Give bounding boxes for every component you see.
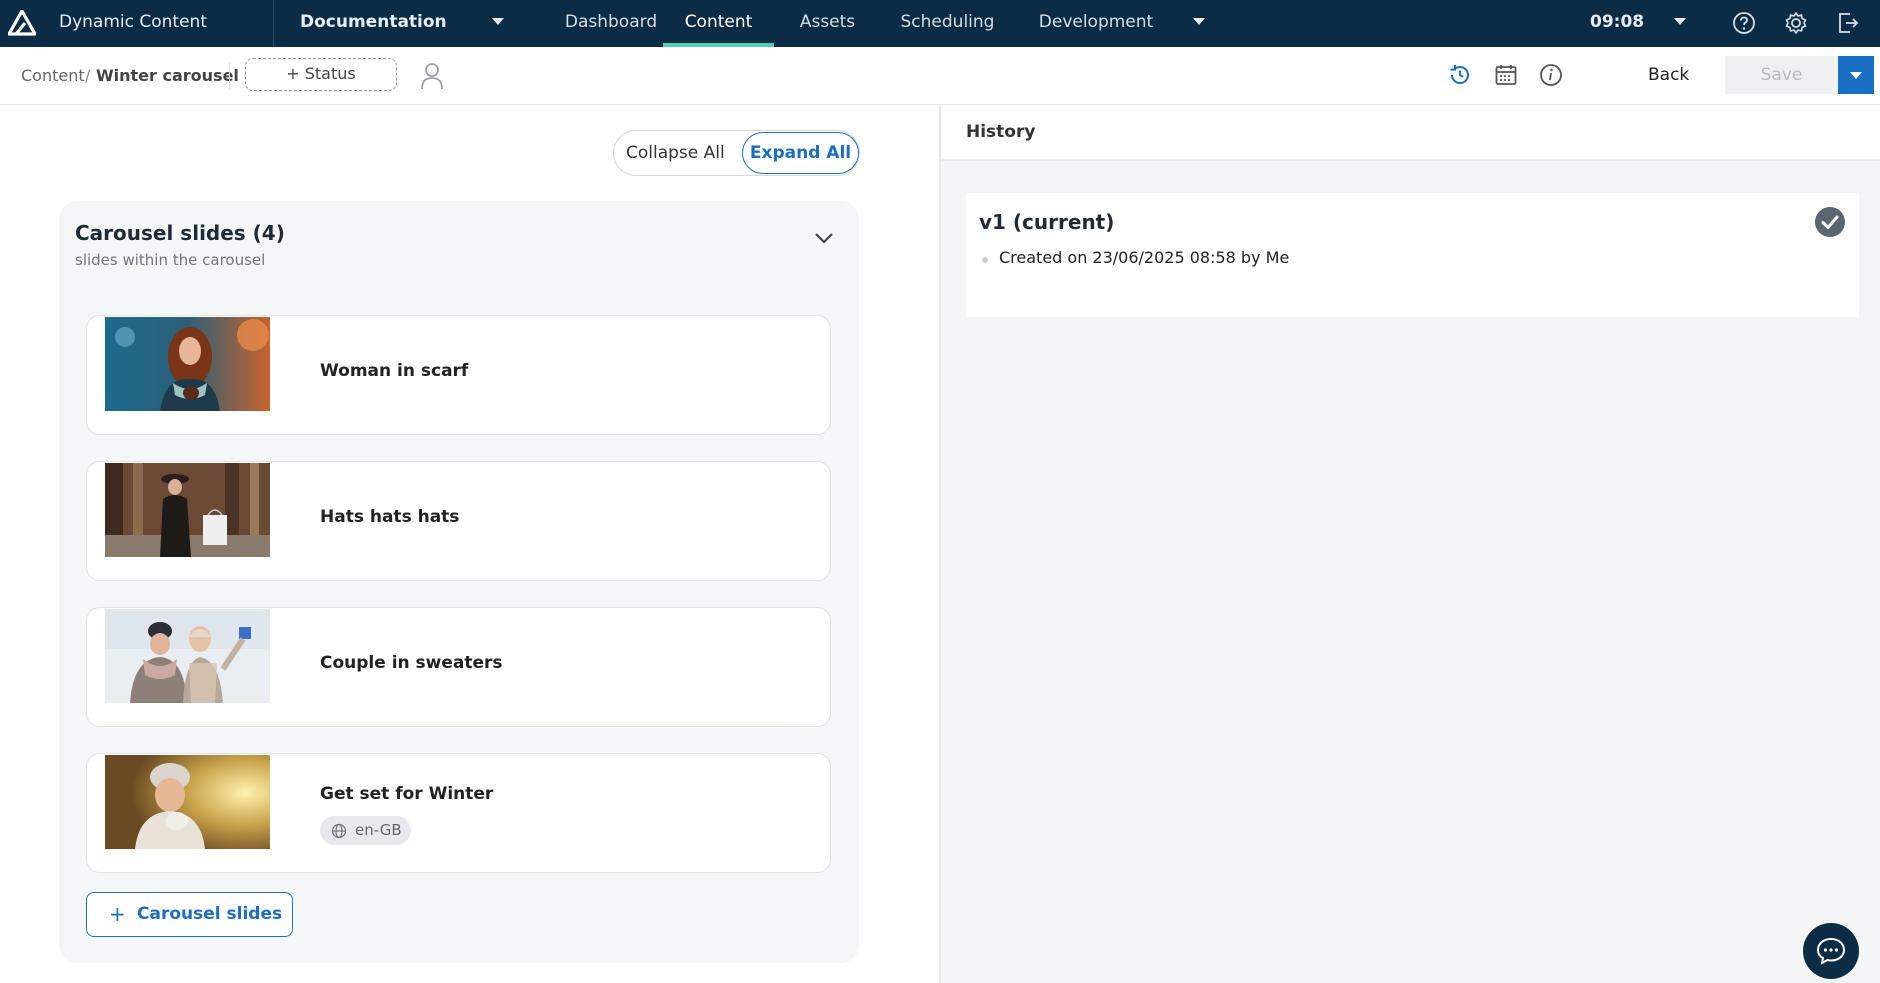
history-icon[interactable] <box>1447 62 1473 88</box>
tab-content[interactable]: Content <box>663 0 774 47</box>
nav-divider <box>273 0 274 47</box>
hub-selector[interactable]: Documentation <box>300 12 447 32</box>
help-icon[interactable] <box>1731 10 1757 36</box>
check-circle-icon <box>1815 207 1845 237</box>
photo-hats-thumbnail <box>105 463 270 557</box>
bullet-dot <box>982 257 988 263</box>
chat-bubble-icon <box>1816 937 1846 965</box>
photo-winter-thumbnail <box>105 755 270 849</box>
history-title: History <box>966 122 1036 142</box>
slide-label: Get set for Winter <box>320 784 494 804</box>
clock-display[interactable]: 09:08 <box>1590 12 1644 32</box>
version-entry[interactable]: v1 (current) Created on 23/06/2025 08:58… <box>966 193 1859 317</box>
globe-icon <box>331 823 347 839</box>
version-title: v1 (current) <box>979 210 1115 234</box>
expand-collapse-toggle: Collapse All Expand All <box>613 130 860 176</box>
info-icon[interactable] <box>1538 62 1564 88</box>
hub-dropdown-caret-icon[interactable] <box>492 18 504 25</box>
logout-icon[interactable] <box>1835 10 1861 36</box>
slide-item[interactable]: Get set for Winter en-GB <box>86 753 831 873</box>
photo-woman-scarf-thumbnail <box>105 317 270 411</box>
save-options-caret-icon[interactable] <box>1838 56 1874 94</box>
tab-dashboard[interactable]: Dashboard <box>551 0 671 47</box>
carousel-slides-section: Carousel slides (4) slides within the ca… <box>59 201 859 963</box>
slide-label: Couple in sweaters <box>320 653 503 673</box>
chevron-down-icon[interactable] <box>813 231 835 245</box>
add-carousel-slide-button[interactable]: + Carousel slides <box>86 892 293 937</box>
locale-label: en-GB <box>355 821 402 839</box>
section-subtitle: slides within the carousel <box>75 251 266 269</box>
save-button[interactable]: Save <box>1725 56 1838 94</box>
add-button-label: Carousel slides <box>137 904 283 924</box>
assign-user-icon[interactable] <box>418 61 446 91</box>
chat-support-button[interactable] <box>1803 923 1859 979</box>
expand-all-button[interactable]: Expand All <box>742 132 859 174</box>
history-panel: History v1 (current) Created on 23/06/20… <box>941 105 1880 983</box>
tab-assets[interactable]: Assets <box>780 0 875 47</box>
add-status-button[interactable]: + Status <box>245 58 397 91</box>
locale-badge: en-GB <box>320 816 411 845</box>
editor-panel: Collapse All Expand All Carousel slides … <box>0 105 940 983</box>
settings-gear-icon[interactable] <box>1783 10 1809 36</box>
collapse-all-button[interactable]: Collapse All <box>626 143 725 163</box>
breadcrumb-separator: / <box>85 66 91 85</box>
development-dropdown-caret-icon[interactable] <box>1193 18 1205 25</box>
clock-dropdown-caret-icon[interactable] <box>1674 18 1686 25</box>
slide-item[interactable]: Couple in sweaters <box>86 607 831 727</box>
slide-label: Hats hats hats <box>320 507 460 527</box>
history-header: History <box>941 105 1880 161</box>
app-logo-icon[interactable] <box>8 10 36 36</box>
app-name[interactable]: Dynamic Content <box>59 12 207 32</box>
version-created-text: Created on 23/06/2025 08:58 by Me <box>999 248 1290 267</box>
breadcrumb-current: Winter carousel <box>96 66 239 85</box>
calendar-icon[interactable] <box>1493 62 1519 88</box>
photo-couple-thumbnail <box>105 609 270 703</box>
toolbar-divider <box>229 63 230 89</box>
slide-item[interactable]: Hats hats hats <box>86 461 831 581</box>
breadcrumb-content[interactable]: Content <box>21 66 85 85</box>
content-toolbar: Content / Winter carousel + Status Back … <box>0 47 1880 105</box>
back-button[interactable]: Back <box>1648 65 1689 85</box>
tab-scheduling[interactable]: Scheduling <box>890 0 1005 47</box>
section-title: Carousel slides (4) <box>75 221 285 245</box>
plus-icon: + <box>109 902 126 926</box>
slide-label: Woman in scarf <box>320 361 469 381</box>
slide-item[interactable]: Woman in scarf <box>86 315 831 435</box>
tab-development[interactable]: Development <box>1030 0 1162 47</box>
history-list: v1 (current) Created on 23/06/2025 08:58… <box>941 161 1880 983</box>
top-nav-bar: Dynamic Content Documentation Dashboard … <box>0 0 1880 47</box>
